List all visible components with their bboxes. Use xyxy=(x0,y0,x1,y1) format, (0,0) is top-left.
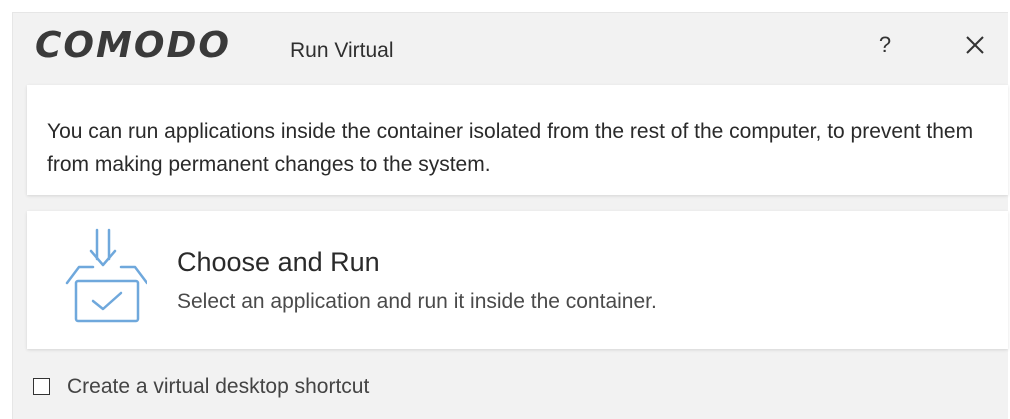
info-text: You can run applications inside the cont… xyxy=(47,120,974,176)
install-box-icon xyxy=(65,228,147,323)
shortcut-checkbox[interactable] xyxy=(33,378,50,395)
help-button[interactable]: ? xyxy=(869,27,901,63)
action-description: Select an application and run it inside … xyxy=(177,290,657,313)
run-virtual-dialog: COMODO Run Virtual ? You can run applica… xyxy=(12,12,1008,419)
dialog-title: Run Virtual xyxy=(290,39,394,62)
close-button[interactable] xyxy=(957,25,993,63)
action-title: Choose and Run xyxy=(177,247,380,277)
title-bar: COMODO Run Virtual ? xyxy=(13,13,1009,85)
comodo-logo: COMODO xyxy=(35,25,231,66)
choose-and-run-button[interactable]: Choose and Run Select an application and… xyxy=(27,211,1008,349)
shortcut-checkbox-label[interactable]: Create a virtual desktop shortcut xyxy=(67,375,369,399)
info-panel: You can run applications inside the cont… xyxy=(27,85,1008,195)
close-icon xyxy=(966,36,984,54)
